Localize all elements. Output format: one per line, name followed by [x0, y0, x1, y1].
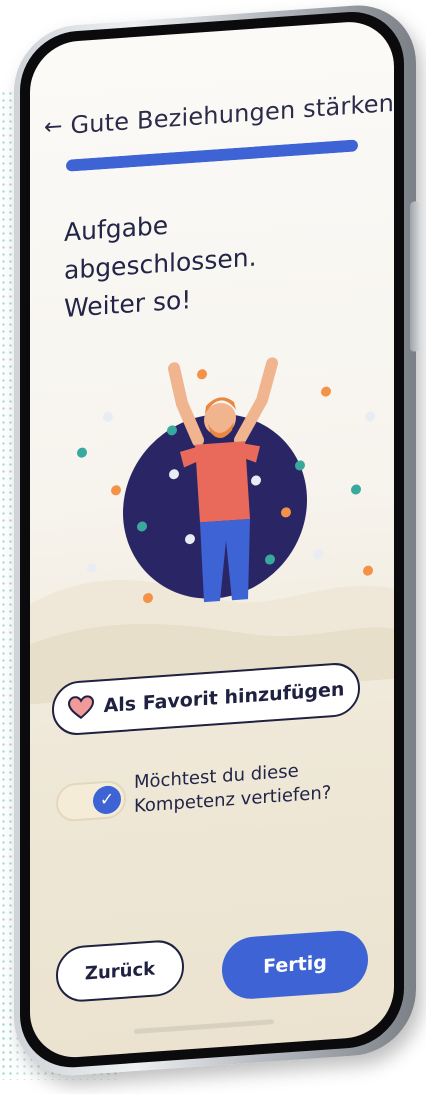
phone-side-button	[410, 201, 420, 352]
completion-message: Aufgabe abgeschlossen. Weiter so!	[64, 193, 364, 328]
phone-mockup: ← Gute Beziehungen stärken Aufgabe abges…	[6, 0, 426, 1094]
done-button[interactable]: Fertig	[222, 928, 368, 1001]
arrow-left-icon[interactable]: ←	[44, 114, 62, 140]
add-favorite-label: Als Favorit hinzufügen	[103, 678, 345, 718]
figure-shirt	[195, 441, 250, 523]
deepen-competence-question: Möchtest du diese Kompetenz vertiefen?	[134, 755, 364, 819]
progress-bar	[66, 139, 358, 172]
deepen-competence-toggle[interactable]: ✓	[56, 779, 126, 823]
back-button[interactable]: Zurück	[56, 938, 184, 1004]
page-title: Gute Beziehungen stärken	[70, 88, 394, 140]
celebration-illustration	[77, 357, 375, 604]
app-screen: ← Gute Beziehungen stärken Aufgabe abges…	[30, 18, 394, 1061]
home-indicator[interactable]	[134, 1019, 274, 1035]
header: ← Gute Beziehungen stärken	[44, 89, 394, 141]
progress-fill	[66, 139, 358, 172]
checkmark-icon: ✓	[93, 784, 121, 815]
heart-icon	[67, 695, 94, 720]
